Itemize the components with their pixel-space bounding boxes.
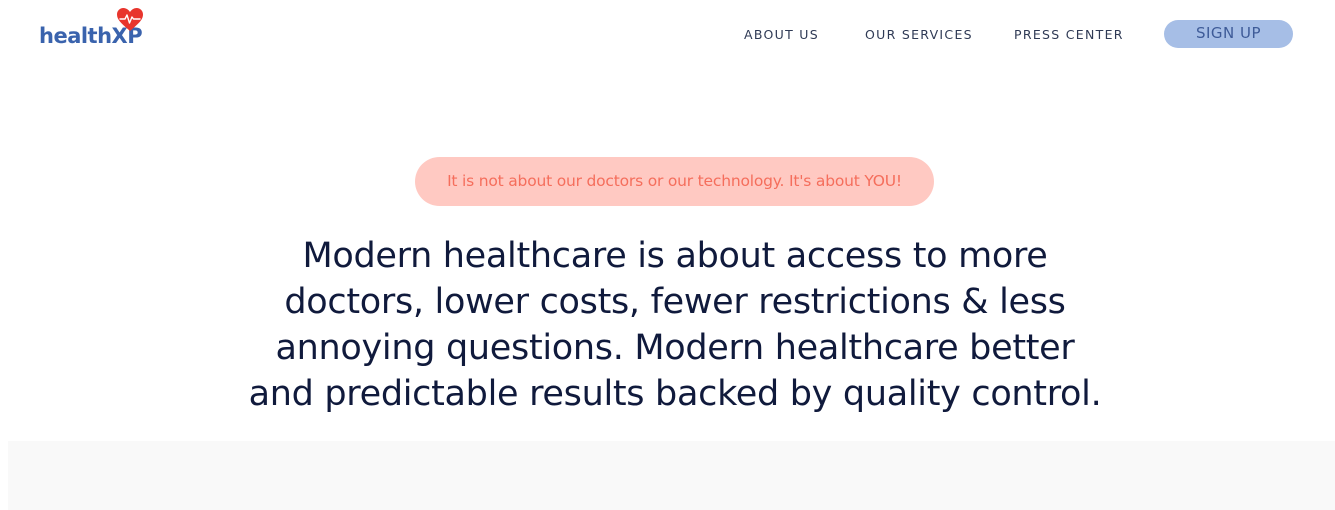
nav-press-center[interactable]: PRESS CENTER — [1014, 27, 1124, 42]
sign-up-button[interactable]: SIGN UP — [1164, 20, 1293, 48]
headline-line: annoying questions. Modern healthcare be… — [275, 328, 1075, 368]
next-section-band — [8, 441, 1335, 510]
hero-headline: Modern healthcare is about access to mor… — [200, 233, 1150, 417]
headline-line: Modern healthcare is about access to mor… — [302, 236, 1048, 276]
headline-line: doctors, lower costs, fewer restrictions… — [284, 282, 1066, 322]
nav-our-services[interactable]: OUR SERVICES — [865, 27, 973, 42]
brand-logo[interactable]: healthXP — [39, 8, 159, 50]
top-navigation: healthXP ABOUT US OUR SERVICES PRESS CEN… — [0, 0, 1335, 68]
heart-pulse-icon — [117, 8, 143, 31]
headline-line: and predictable results backed by qualit… — [248, 374, 1102, 414]
nav-about-us[interactable]: ABOUT US — [744, 27, 819, 42]
tagline-badge: It is not about our doctors or our techn… — [415, 157, 934, 206]
